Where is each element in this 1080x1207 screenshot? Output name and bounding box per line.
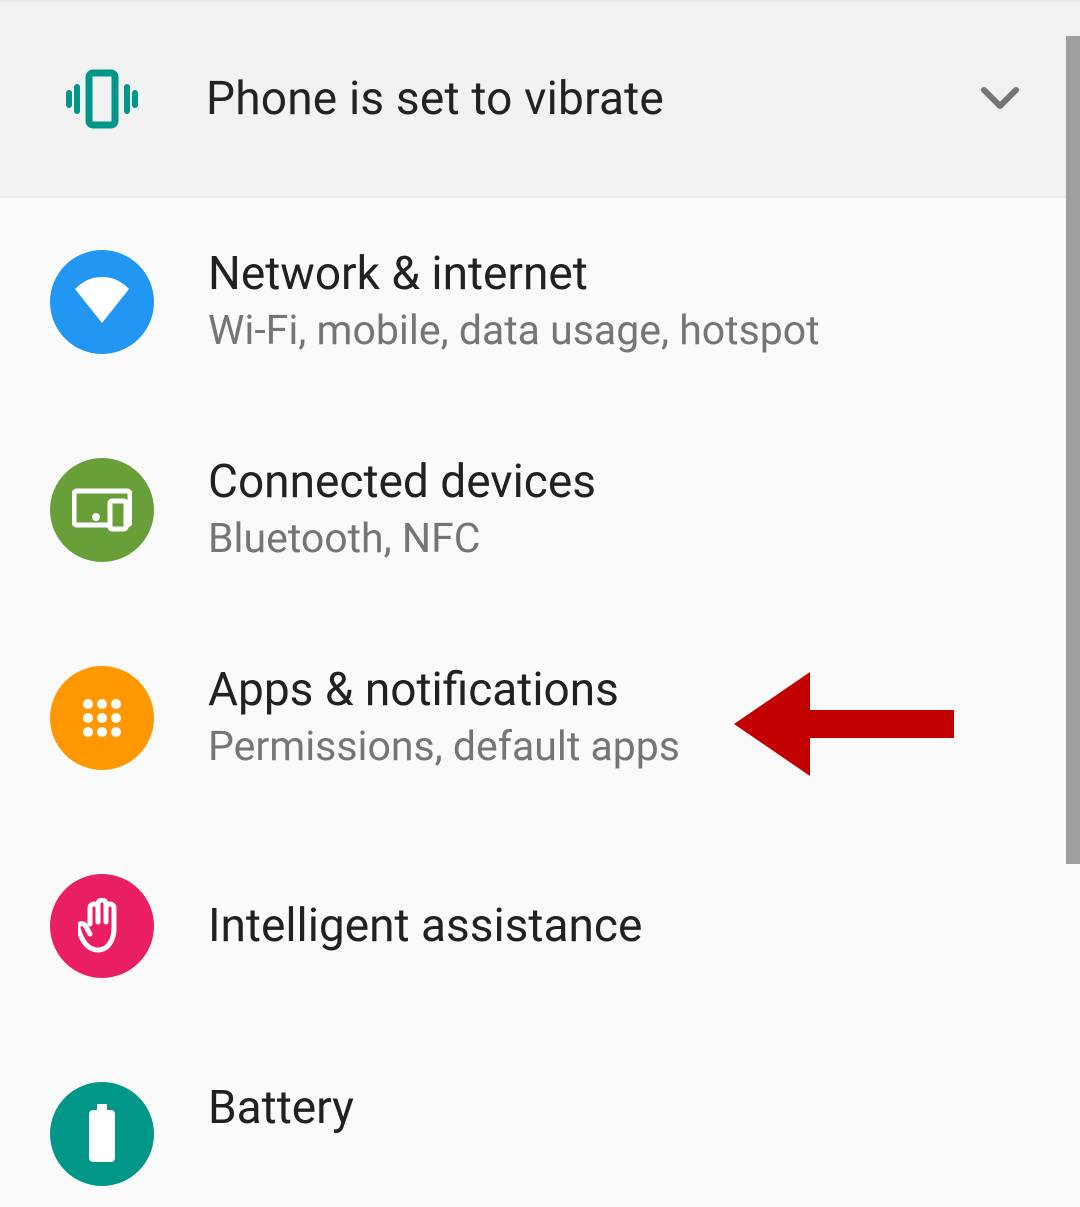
item-title: Intelligent assistance xyxy=(208,900,1030,953)
item-title: Apps & notifications xyxy=(208,664,1030,717)
item-subtitle: Wi-Fi, mobile, data usage, hotspot xyxy=(208,307,1030,356)
battery-icon xyxy=(50,1082,154,1186)
settings-item-network[interactable]: Network & internet Wi-Fi, mobile, data u… xyxy=(0,198,1080,406)
vibrate-icon xyxy=(62,69,142,129)
settings-item-apps-notifications[interactable]: Apps & notifications Permissions, defaul… xyxy=(0,614,1080,822)
item-title: Battery xyxy=(208,1082,1030,1135)
settings-screen: Phone is set to vibrate Network & intern… xyxy=(0,0,1080,1207)
settings-item-battery[interactable]: Battery xyxy=(0,1030,1080,1207)
settings-list: Network & internet Wi-Fi, mobile, data u… xyxy=(0,198,1080,1207)
item-title: Network & internet xyxy=(208,248,1030,301)
suggestion-banner[interactable]: Phone is set to vibrate xyxy=(0,0,1080,198)
chevron-down-icon[interactable] xyxy=(970,86,1030,112)
hand-icon xyxy=(50,874,154,978)
item-subtitle: Permissions, default apps xyxy=(208,723,1030,772)
scrollbar-thumb[interactable] xyxy=(1066,36,1080,864)
item-title: Connected devices xyxy=(208,456,1030,509)
settings-item-intelligent-assistance[interactable]: Intelligent assistance xyxy=(0,822,1080,1030)
apps-icon xyxy=(50,666,154,770)
suggestion-title: Phone is set to vibrate xyxy=(206,72,970,126)
settings-item-connected-devices[interactable]: Connected devices Bluetooth, NFC xyxy=(0,406,1080,614)
wifi-icon xyxy=(50,250,154,354)
item-subtitle: Bluetooth, NFC xyxy=(208,515,1030,564)
devices-icon xyxy=(50,458,154,562)
